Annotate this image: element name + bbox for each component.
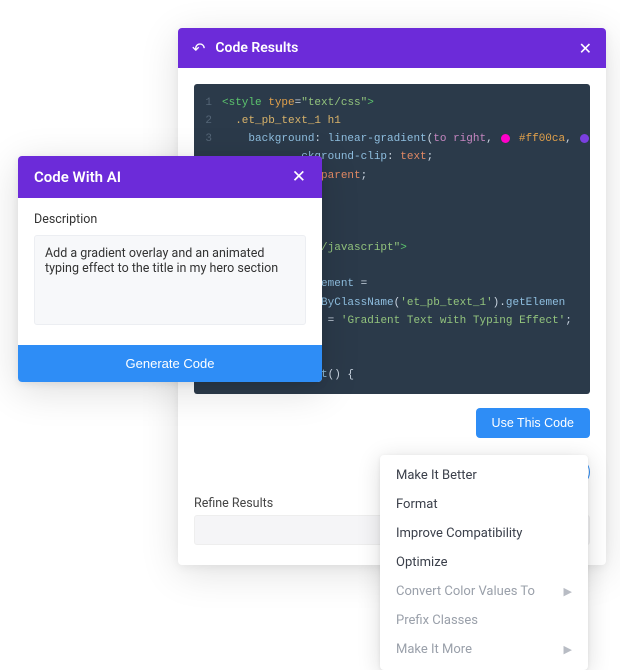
code-results-title: Code Results xyxy=(215,40,578,56)
color-swatch-icon xyxy=(580,134,589,143)
code-results-header: ↶ Code Results ✕ xyxy=(178,28,606,68)
use-code-row: Use This Code xyxy=(178,402,606,452)
dropdown-item-make-it-better[interactable]: Make It Better xyxy=(380,461,588,490)
code-with-ai-window: Code With AI ✕ Description Generate Code xyxy=(18,156,322,382)
dropdown-item-make-it-more[interactable]: Make It More▶ xyxy=(380,635,588,664)
close-icon[interactable]: ✕ xyxy=(292,167,306,187)
description-textarea[interactable] xyxy=(34,235,306,325)
back-icon[interactable]: ↶ xyxy=(192,39,205,58)
use-this-code-button[interactable]: Use This Code xyxy=(476,408,590,438)
dropdown-item-prefix-classes[interactable]: Prefix Classes xyxy=(380,606,588,635)
chevron-right-icon: ▶ xyxy=(564,643,572,656)
code-with-ai-body: Description xyxy=(18,198,322,345)
improve-dropdown: Make It Better Format Improve Compatibil… xyxy=(380,455,588,670)
chevron-right-icon: ▶ xyxy=(564,585,572,598)
dropdown-item-improve-compatibility[interactable]: Improve Compatibility xyxy=(380,519,588,548)
dropdown-item-format[interactable]: Format xyxy=(380,490,588,519)
dropdown-item-optimize[interactable]: Optimize xyxy=(380,548,588,577)
close-icon[interactable]: ✕ xyxy=(579,39,592,58)
generate-code-button[interactable]: Generate Code xyxy=(18,345,322,382)
code-with-ai-title: Code With AI xyxy=(34,168,292,186)
code-with-ai-header: Code With AI ✕ xyxy=(18,156,322,198)
description-label: Description xyxy=(34,212,306,227)
dropdown-item-convert-color-values[interactable]: Convert Color Values To▶ xyxy=(380,577,588,606)
color-swatch-icon xyxy=(501,134,510,143)
